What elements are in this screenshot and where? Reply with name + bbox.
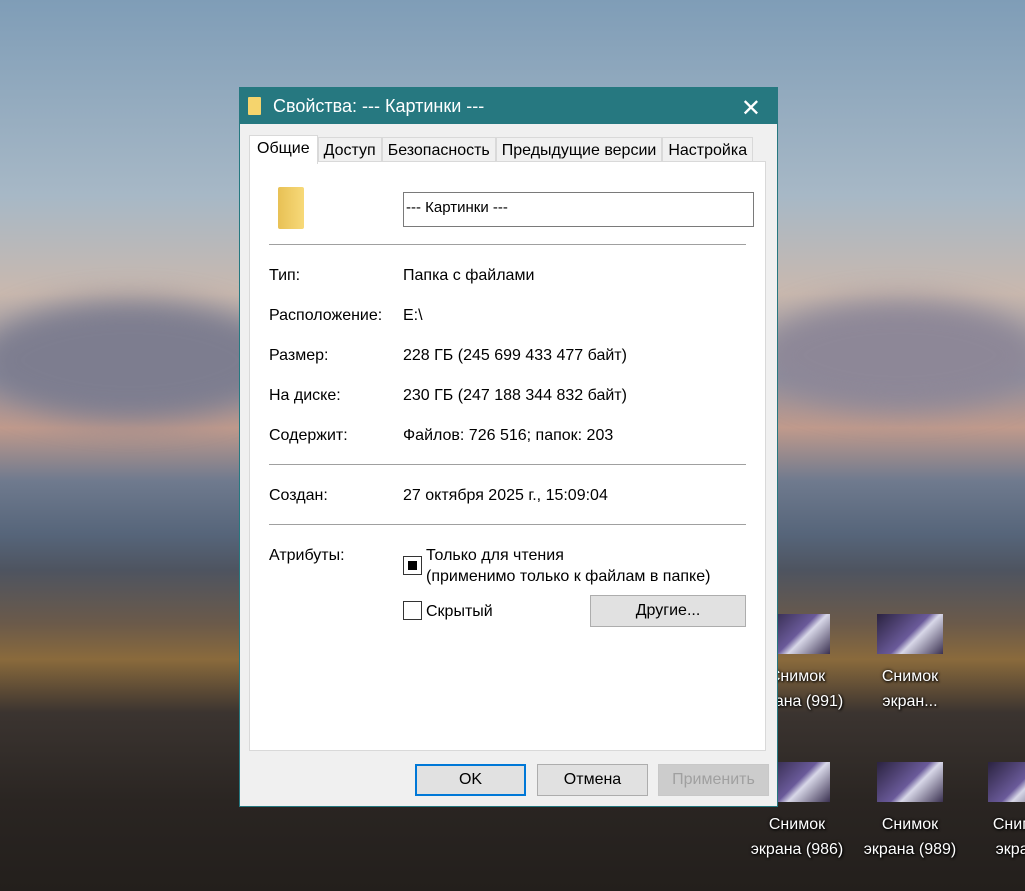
desktop-icon[interactable]: Снимок экран... — [855, 614, 965, 714]
size-on-disk-label: На диске: — [269, 387, 341, 404]
icon-label: экран... — [882, 693, 938, 710]
icon-label: Снимок — [881, 668, 939, 685]
contains-label: Содержит: — [269, 427, 348, 444]
desktop-icon[interactable]: Снимок экрана (989) — [855, 762, 965, 862]
icon-label: экрана (989) — [863, 841, 957, 858]
tab-previous-versions[interactable]: Предыдущие версии — [495, 137, 663, 163]
size-value: 228 ГБ (245 699 433 477 байт) — [403, 347, 627, 364]
location-value: E:\ — [403, 307, 423, 324]
tab-general[interactable]: Общие — [249, 135, 318, 164]
contains-value: Файлов: 726 516; папок: 203 — [403, 427, 614, 444]
readonly-note: (применимо только к файлам в папке) — [426, 568, 711, 585]
thumbnail — [877, 614, 943, 654]
folder-name-input[interactable]: --- Картинки --- — [403, 192, 754, 227]
attributes-label: Атрибуты: — [269, 547, 345, 564]
size-label: Размер: — [269, 347, 329, 364]
desktop-icon[interactable]: Снимок экрана — [966, 762, 1025, 862]
tab-bar: Общие Доступ Безопасность Предыдущие вер… — [249, 135, 754, 164]
icon-label: экрана — [995, 841, 1025, 858]
folder-icon — [248, 97, 261, 115]
thumbnail — [877, 762, 943, 802]
size-on-disk-value: 230 ГБ (247 188 344 832 байт) — [403, 387, 627, 404]
cloud — [0, 300, 280, 420]
title-bar[interactable]: Свойства: --- Картинки --- ✕ — [240, 88, 777, 124]
location-label: Расположение: — [269, 307, 383, 324]
close-icon[interactable]: ✕ — [741, 94, 761, 123]
tab-customize[interactable]: Настройка — [662, 137, 754, 163]
dialog-title: Свойства: --- Картинки --- — [273, 95, 485, 116]
tab-security[interactable]: Безопасность — [381, 137, 496, 163]
advanced-button[interactable]: Другие... — [590, 595, 746, 627]
tab-sharing[interactable]: Доступ — [317, 137, 382, 163]
general-panel: --- Картинки --- Тип: Папка с файлами Ра… — [249, 161, 766, 751]
apply-button[interactable]: Применить — [658, 764, 769, 796]
type-value: Папка с файлами — [403, 267, 535, 284]
hidden-checkbox[interactable] — [403, 601, 422, 620]
properties-dialog: Свойства: --- Картинки --- ✕ Общие Досту… — [239, 87, 778, 807]
created-label: Создан: — [269, 487, 328, 504]
created-value: 27 октября 2025 г., 15:09:04 — [403, 487, 608, 504]
divider — [269, 524, 746, 525]
icon-label: Снимок — [768, 816, 826, 833]
hidden-label: Скрытый — [426, 603, 493, 620]
readonly-checkbox[interactable] — [403, 556, 422, 575]
divider — [269, 464, 746, 465]
readonly-label: Только для чтения — [426, 547, 564, 564]
icon-label: Снимок — [992, 816, 1025, 833]
cancel-button[interactable]: Отмена — [537, 764, 648, 796]
folder-icon — [278, 187, 304, 229]
icon-label: экрана (986) — [750, 841, 844, 858]
divider — [269, 244, 746, 245]
thumbnail — [988, 762, 1025, 802]
icon-label: Снимок — [881, 816, 939, 833]
ok-button[interactable]: OK — [415, 764, 526, 796]
type-label: Тип: — [269, 267, 301, 284]
cloud — [760, 300, 1025, 410]
